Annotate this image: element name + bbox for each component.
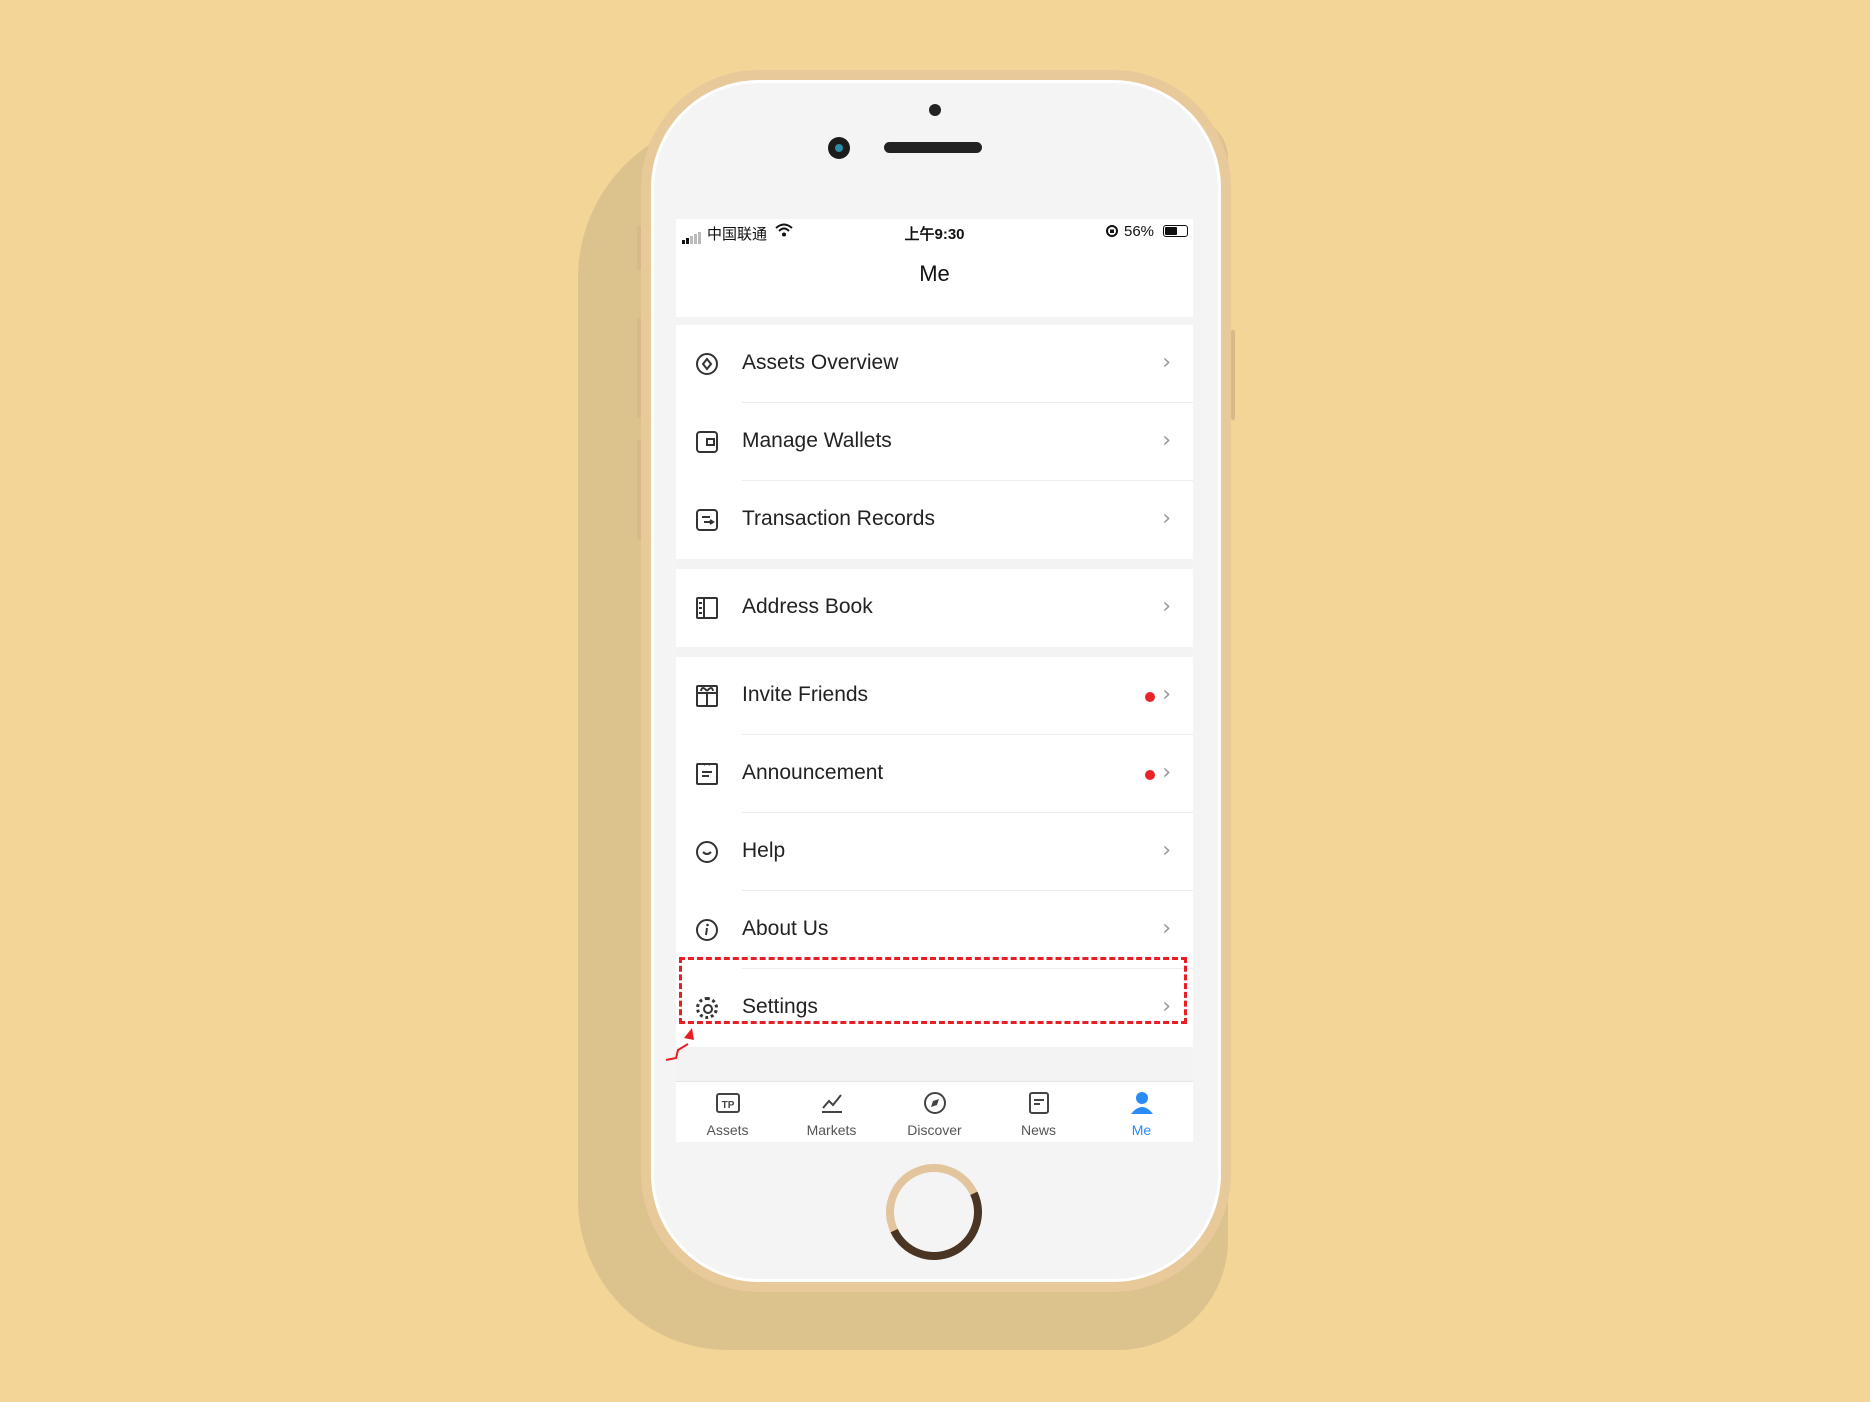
rotation-lock-icon: [1104, 222, 1120, 242]
volume-up-button: [637, 318, 641, 418]
battery-percent: 56%: [1124, 223, 1155, 240]
wallet-icon: [696, 431, 718, 453]
menu-item-label: Address Book: [742, 595, 873, 618]
chevron-right-icon: ›: [1162, 350, 1171, 375]
chevron-right-icon: ›: [1162, 682, 1171, 707]
tab-label: Markets: [806, 1122, 857, 1138]
compass-icon: [922, 1090, 948, 1116]
menu-item-address-book[interactable]: Address Book ›: [676, 569, 1193, 647]
menu-group-wallet: Assets Overview › Manage Wallets › Trans…: [676, 325, 1193, 559]
tab-news[interactable]: News: [987, 1082, 1090, 1142]
chevron-right-icon: ›: [1162, 916, 1171, 941]
silent-switch: [637, 226, 641, 270]
svg-text:TP: TP: [722, 1100, 735, 1111]
tab-assets[interactable]: TP Assets: [676, 1082, 779, 1142]
volume-down-button: [637, 440, 641, 540]
chevron-right-icon: ›: [1162, 594, 1171, 619]
menu-item-label: Announcement: [742, 761, 884, 784]
menu-item-transaction-records[interactable]: Transaction Records ›: [676, 481, 1193, 559]
menu-item-invite-friends[interactable]: Invite Friends ›: [676, 657, 1193, 735]
battery-icon: [1163, 225, 1188, 237]
tab-discover[interactable]: Discover: [883, 1082, 986, 1142]
user-icon: [1129, 1090, 1155, 1116]
menu-item-label: About Us: [742, 917, 829, 940]
menu-item-help[interactable]: Help ›: [676, 813, 1193, 891]
info-icon: [696, 919, 718, 941]
tab-label: Assets: [706, 1122, 749, 1138]
tab-markets[interactable]: Markets: [780, 1082, 883, 1142]
chevron-right-icon: ›: [1162, 506, 1171, 531]
settings-highlight-box: [679, 957, 1187, 1024]
proximity-sensor: [929, 104, 941, 116]
menu-item-manage-wallets[interactable]: Manage Wallets ›: [676, 403, 1193, 481]
front-camera: [828, 137, 850, 159]
gift-icon: [696, 685, 718, 707]
status-bar: 中国联通 上午9:30 56%: [676, 219, 1193, 245]
announcement-icon: [696, 763, 718, 785]
power-button: [1231, 330, 1235, 420]
book-icon: [696, 597, 718, 619]
chevron-right-icon: ›: [1162, 838, 1171, 863]
menu-item-label: Help: [742, 839, 786, 862]
menu-group-address: Address Book ›: [676, 569, 1193, 647]
chart-icon: [819, 1090, 845, 1116]
page-title: Me: [919, 261, 950, 286]
tab-bar: TP Assets Markets Discover News Me: [676, 1081, 1193, 1142]
circle-diamond-icon: [696, 353, 718, 375]
menu-item-assets-overview[interactable]: Assets Overview ›: [676, 325, 1193, 403]
notification-badge: [1145, 692, 1155, 702]
menu-item-label: Invite Friends: [742, 683, 869, 706]
menu-item-announcement[interactable]: Announcement ›: [676, 735, 1193, 813]
pointer-arrow-icon: [665, 1028, 694, 1061]
tab-label: Me: [1131, 1122, 1152, 1138]
records-icon: [696, 509, 718, 531]
menu-item-label: Manage Wallets: [742, 429, 892, 452]
chevron-right-icon: ›: [1162, 428, 1171, 453]
tab-label: News: [1020, 1122, 1056, 1138]
tab-label: Discover: [907, 1122, 962, 1138]
tab-me[interactable]: Me: [1090, 1082, 1193, 1142]
menu-item-label: Assets Overview: [742, 351, 899, 374]
notification-badge: [1145, 770, 1155, 780]
nav-bar: Me: [676, 245, 1193, 317]
news-icon: [1026, 1090, 1052, 1116]
help-chat-icon: [696, 841, 718, 863]
tp-wallet-icon: TP: [715, 1090, 741, 1116]
menu-item-label: Transaction Records: [742, 507, 935, 530]
chevron-right-icon: ›: [1162, 760, 1171, 785]
earpiece-speaker: [884, 142, 982, 153]
